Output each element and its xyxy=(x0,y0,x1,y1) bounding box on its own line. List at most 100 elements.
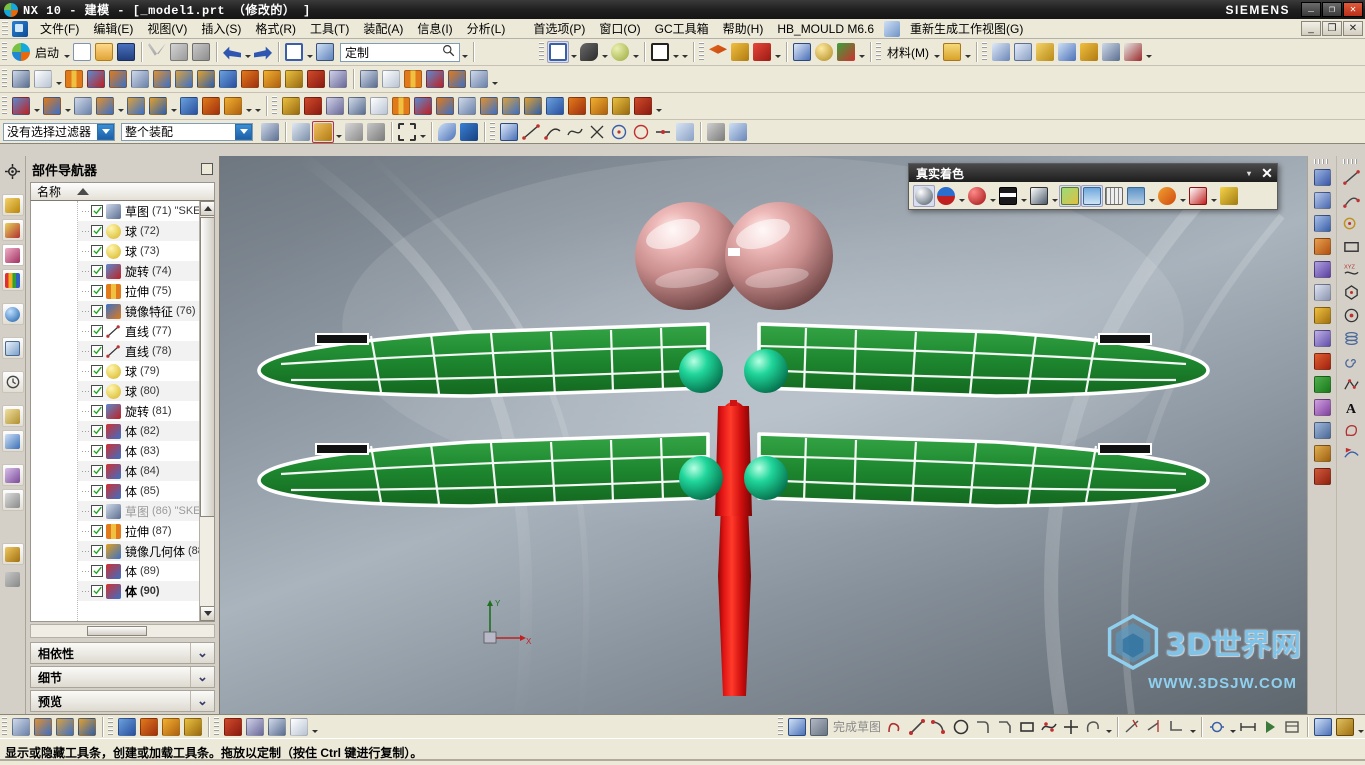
hole-icon[interactable] xyxy=(107,68,129,90)
sketch-view-icon[interactable] xyxy=(1312,716,1334,738)
toolbar-grip[interactable] xyxy=(2,96,7,116)
feature-checkbox[interactable] xyxy=(91,445,103,457)
tangent-curve-icon[interactable] xyxy=(542,121,564,143)
finish-sketch-label[interactable]: 完成草图 xyxy=(830,718,884,735)
menu-item-info[interactable]: 信息(I) xyxy=(410,18,459,39)
arc-icon[interactable] xyxy=(368,95,390,117)
feature-checkbox[interactable] xyxy=(91,425,103,437)
thicken-icon[interactable] xyxy=(1311,420,1333,441)
layer-settings-icon[interactable] xyxy=(547,41,570,63)
open-folder-icon[interactable] xyxy=(93,41,115,63)
groove-icon[interactable] xyxy=(261,68,283,90)
paste-icon[interactable] xyxy=(190,41,212,63)
feature-checkbox[interactable] xyxy=(91,405,103,417)
tree-row[interactable]: ⋯ 体 (85) xyxy=(78,481,214,501)
copy-icon[interactable] xyxy=(168,41,190,63)
utility-icon-9[interactable] xyxy=(222,716,244,738)
feature-checkbox[interactable] xyxy=(91,505,103,517)
utility-icon-7[interactable] xyxy=(160,716,182,738)
feature-checkbox[interactable] xyxy=(91,225,103,237)
utility-dropdown-arrow[interactable] xyxy=(1144,41,1153,63)
sketch-in-task-icon[interactable] xyxy=(786,716,808,738)
arc-center-icon[interactable] xyxy=(630,121,652,143)
dragonfly-model[interactable] xyxy=(220,156,1307,714)
boss-icon[interactable] xyxy=(151,68,173,90)
tree-row[interactable]: ⋯ 直线 (77) xyxy=(78,321,214,341)
pull-face-icon[interactable] xyxy=(41,95,63,117)
surface-icon[interactable] xyxy=(434,95,456,117)
law-curve-icon[interactable] xyxy=(1340,374,1362,395)
menu-item-gc-toolbox[interactable]: GC工具箱 xyxy=(648,18,716,39)
add-face-icon[interactable] xyxy=(222,95,244,117)
tree-row[interactable]: ⋯ 草图 (71) "SKET xyxy=(78,201,214,221)
backlight-arrow[interactable] xyxy=(1050,185,1059,207)
pocket-icon[interactable] xyxy=(173,68,195,90)
cut-face-icon[interactable] xyxy=(125,95,147,117)
xyz-spline-icon[interactable]: XYZ xyxy=(1340,259,1362,280)
visual-icon[interactable] xyxy=(835,41,857,63)
toolbar-utility-grip[interactable] xyxy=(982,42,988,62)
history-mode-icon[interactable] xyxy=(2,160,24,182)
extruded-sheet-icon[interactable] xyxy=(1311,167,1333,188)
toolbar-material-grip[interactable] xyxy=(876,42,882,62)
menu-item-analysis[interactable]: 分析(L) xyxy=(460,18,513,39)
dimension-icon[interactable] xyxy=(1012,41,1034,63)
ruler-icon[interactable] xyxy=(941,41,963,63)
feature-checkbox[interactable] xyxy=(91,325,103,337)
toolbar-grip[interactable] xyxy=(777,716,783,737)
feature-checkbox[interactable] xyxy=(91,305,103,317)
tree-scroll-thumb[interactable] xyxy=(200,217,214,517)
feature-checkbox[interactable] xyxy=(91,465,103,477)
material-menu-label[interactable]: 材料(M) xyxy=(884,44,932,61)
utility-icon-6[interactable] xyxy=(138,716,160,738)
through-curve-mesh-icon[interactable] xyxy=(1311,213,1333,234)
shell-icon[interactable] xyxy=(129,68,151,90)
scroll-down-button[interactable] xyxy=(200,606,214,621)
dimension-icon[interactable] xyxy=(1237,716,1259,738)
bounded-plane-icon[interactable] xyxy=(544,95,566,117)
shadow-icon[interactable] xyxy=(1125,185,1147,207)
floating-toolbar-close-icon[interactable]: ✕ xyxy=(1257,165,1277,182)
menu-item-edit[interactable]: 编辑(E) xyxy=(86,18,140,39)
stamp-icon[interactable] xyxy=(1078,41,1100,63)
surface-toolbar-grip[interactable] xyxy=(1314,159,1330,164)
select-general-icon[interactable] xyxy=(259,121,281,143)
enlarge-icon[interactable] xyxy=(1311,443,1333,464)
delete-face-icon[interactable] xyxy=(72,95,94,117)
close-button[interactable]: ✕ xyxy=(1343,2,1363,17)
history-icon[interactable] xyxy=(1,371,24,393)
chevron-down-icon[interactable]: ⌄ xyxy=(190,691,214,711)
floating-toolbar-titlebar[interactable]: 真实着色 ▾ ✕ xyxy=(909,164,1277,182)
render-style-floating-toolbar[interactable]: 真实着色 ▾ ✕ xyxy=(908,163,1278,210)
thicken-icon[interactable] xyxy=(566,95,588,117)
curve-sketch-icon[interactable] xyxy=(280,95,302,117)
feature-checkbox[interactable] xyxy=(91,385,103,397)
collapse-box-icon[interactable] xyxy=(201,163,213,175)
display-icon[interactable] xyxy=(813,41,835,63)
global-illumination-icon[interactable] xyxy=(1156,185,1178,207)
assembly-navigator-icon[interactable] xyxy=(1,194,24,216)
web-browser-icon[interactable] xyxy=(1,337,24,359)
n-sided-surface-icon[interactable] xyxy=(1311,305,1333,326)
spline-curve-icon[interactable] xyxy=(564,121,586,143)
feature-checkbox[interactable] xyxy=(91,365,103,377)
search-dropdown-arrow[interactable] xyxy=(460,41,469,63)
finish-sketch-icon[interactable] xyxy=(808,716,830,738)
enable-snap-icon[interactable] xyxy=(312,120,334,143)
bottom-overflow-arrow[interactable] xyxy=(1356,716,1365,738)
resize-face-icon-arrow[interactable] xyxy=(169,95,178,117)
menu-item-regenerate-view[interactable]: 重新生成工作视图(G) xyxy=(903,18,1030,39)
datum-dropdown-arrow[interactable] xyxy=(54,68,63,90)
tree-row[interactable]: ⋯ 球 (72) xyxy=(78,221,214,241)
tree-vertical-scrollbar[interactable] xyxy=(199,201,214,621)
menu-grip[interactable] xyxy=(2,20,8,37)
sew-icon[interactable] xyxy=(424,68,446,90)
extension-icon[interactable] xyxy=(1311,466,1333,487)
tree-row[interactable]: ⋯ 镜像几何体 (88) xyxy=(78,541,214,561)
section-dependencies[interactable]: 相依性 ⌄ xyxy=(30,642,215,664)
move-face-icon-arrow[interactable] xyxy=(32,95,41,117)
render-style-icon[interactable] xyxy=(578,41,600,63)
undo-icon[interactable] xyxy=(221,41,243,63)
section-preview[interactable]: 预览 ⌄ xyxy=(30,690,215,712)
chevron-down-icon[interactable]: ⌄ xyxy=(190,667,214,687)
